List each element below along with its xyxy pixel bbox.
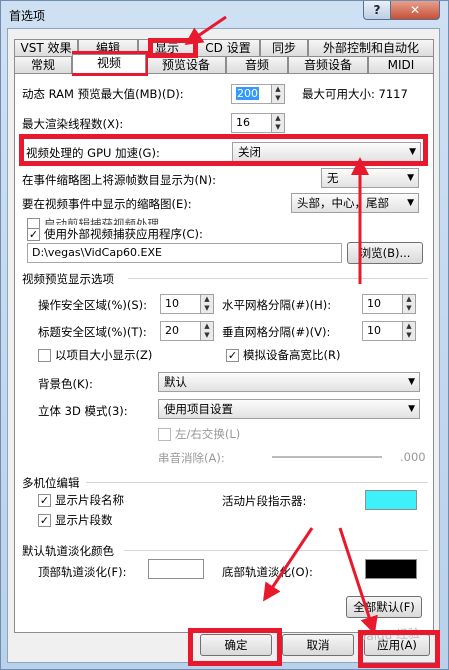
chevron-down-icon: ▼	[407, 173, 414, 183]
max-available-label: 最大可用大小: 7117	[302, 87, 408, 101]
chevron-down-icon: ▼	[407, 198, 414, 208]
multicam-group-label: 多机位编辑	[22, 476, 80, 490]
thumbnails-label: 要在视频事件中显示的缩略图(E):	[22, 197, 192, 211]
all-defaults-button[interactable]: 全部默认(F)	[346, 596, 422, 618]
thumb-frames-value: 无	[327, 171, 339, 185]
thumb-frames-select[interactable]: 无 ▼	[321, 168, 419, 188]
group-divider	[86, 482, 428, 483]
h-grid-spinner[interactable]: ▲ ▼	[402, 294, 416, 314]
stereo-mode-value: 使用项目设置	[164, 402, 233, 416]
tab-midi[interactable]: MIDI	[368, 56, 434, 73]
tab-vst-effects[interactable]: VST 效果	[14, 39, 78, 56]
action-safe-spinner[interactable]: ▲ ▼	[200, 294, 214, 314]
browse-button[interactable]: 浏览(B)...	[347, 242, 423, 264]
action-safe-label: 操作安全区域(%)(S):	[38, 298, 148, 312]
watermark: Baidu 经验	[357, 626, 421, 644]
window-title: 首选项	[9, 9, 46, 23]
top-fade-label: 顶部轨道淡化(F):	[38, 565, 127, 579]
project-size-label: 以项目大小显示(Z)	[55, 348, 153, 362]
top-fade-color-button[interactable]	[148, 559, 204, 579]
gpu-accel-label: 视频处理的 GPU 加速(G):	[26, 146, 160, 160]
chevron-down-icon: ▼	[409, 147, 416, 157]
ram-preview-spinner[interactable]: ▲ ▼	[271, 84, 285, 104]
render-threads-spinner[interactable]: ▲ ▼	[271, 113, 285, 133]
tab-preview-device[interactable]: 预览设备	[146, 56, 226, 73]
simulate-aspect-checkbox[interactable]: ✓	[226, 349, 239, 362]
swap-lr-checkbox[interactable]	[158, 428, 171, 441]
capture-overlap-label: 启动剪辑捕获视频处理	[44, 217, 159, 225]
ram-preview-value: 200	[236, 87, 259, 100]
use-external-capture-checkbox[interactable]: ✓	[27, 228, 40, 241]
project-size-checkbox[interactable]	[38, 349, 51, 362]
tab-video[interactable]: 视频	[72, 54, 146, 73]
title-safe-spinner[interactable]: ▲ ▼	[200, 321, 214, 341]
thumbnails-value: 头部，中心，尾部	[297, 196, 389, 210]
tab-display[interactable]: 显示	[138, 39, 196, 56]
h-grid-label: 水平网格分隔(#)(H):	[222, 298, 332, 312]
render-threads-label: 最大渲染线程数(X):	[22, 117, 124, 131]
show-takes-checkbox[interactable]: ✓	[38, 514, 51, 527]
bg-color-select[interactable]: 默认 ▼	[158, 372, 420, 392]
crosstalk-slider[interactable]	[272, 456, 382, 458]
bg-color-value: 默认	[164, 375, 187, 389]
tab-cd-settings[interactable]: CD 设置	[196, 39, 260, 56]
use-external-capture-label: 使用外部视频捕获应用程序(C):	[44, 227, 203, 241]
crosstalk-value: .000	[400, 450, 426, 464]
preview-options-group-label: 视频预览显示选项	[22, 272, 114, 286]
gpu-accel-value: 关闭	[238, 145, 261, 159]
chevron-down-icon: ▼	[408, 404, 415, 414]
crosstalk-label: 串音消除(A):	[158, 451, 225, 465]
group-divider	[128, 278, 428, 279]
show-takes-label: 显示片段数	[55, 513, 113, 527]
title-bar: 首选项 ? ✕	[1, 1, 448, 29]
title-safe-label: 标题安全区域(%)(T):	[38, 325, 147, 339]
tab-audio[interactable]: 音频	[226, 56, 288, 73]
help-button[interactable]: ?	[363, 1, 391, 20]
capture-app-path-input[interactable]: D:\vegas\VidCap60.EXE	[27, 243, 342, 263]
active-take-color-button[interactable]	[365, 490, 417, 510]
thumb-frames-label: 在事件缩略图上将源帧数目显示为(N):	[22, 173, 216, 187]
v-grid-label: 垂直网格分隔(#)(V):	[222, 325, 331, 339]
gpu-accel-select[interactable]: 关闭 ▼	[232, 142, 421, 162]
tab-external-control[interactable]: 外部控制和自动化	[308, 39, 434, 56]
stereo-mode-label: 立体 3D 模式(3):	[38, 404, 128, 418]
close-button[interactable]: ✕	[390, 1, 440, 20]
group-divider	[124, 550, 428, 551]
thumbnails-select[interactable]: 头部，中心，尾部 ▼	[291, 193, 419, 213]
show-take-names-label: 显示片段名称	[55, 493, 124, 507]
v-grid-spinner[interactable]: ▲ ▼	[402, 321, 416, 341]
tab-sync[interactable]: 同步	[260, 39, 308, 56]
ok-button[interactable]: 确定	[200, 634, 272, 656]
chevron-down-icon: ▼	[408, 377, 415, 387]
simulate-aspect-label: 模拟设备高宽比(R)	[243, 348, 341, 362]
swap-lr-label: 左/右交换(L)	[175, 427, 241, 441]
tab-audio-device[interactable]: 音频设备	[288, 56, 368, 73]
track-fade-group-label: 默认轨道淡化颜色	[22, 544, 114, 558]
ram-preview-label: 动态 RAM 预览最大值(MB)(D):	[22, 87, 184, 101]
show-take-names-checkbox[interactable]: ✓	[38, 494, 51, 507]
stereo-mode-select[interactable]: 使用项目设置 ▼	[158, 399, 420, 419]
bottom-fade-color-button[interactable]	[365, 559, 417, 579]
bg-color-label: 背景色(K):	[38, 377, 93, 391]
cancel-button[interactable]: 取消	[282, 634, 354, 656]
bottom-fade-label: 底部轨道淡化(O):	[222, 565, 313, 579]
active-take-label: 活动片段指示器:	[222, 494, 307, 508]
tab-general[interactable]: 常规	[14, 56, 72, 73]
